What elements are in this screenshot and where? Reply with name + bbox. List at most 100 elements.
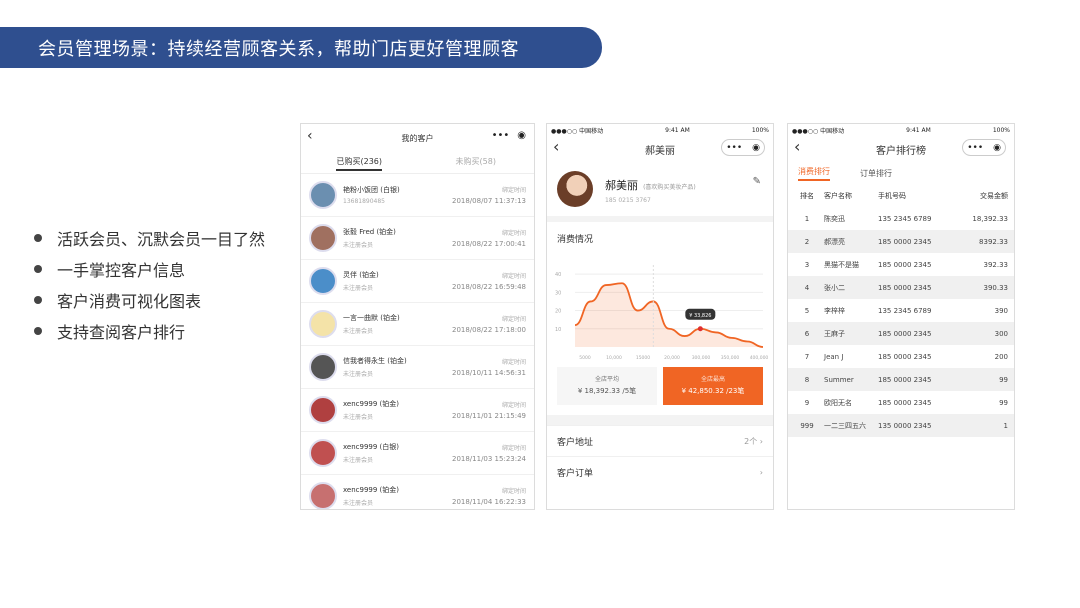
avatar: [309, 353, 337, 381]
feature-item: 活跃会员、沉默会员一目了然: [34, 222, 265, 253]
rank-cell: 999: [800, 421, 814, 430]
rank-cell: 2: [804, 237, 810, 246]
feature-item: 一手掌控客户信息: [34, 253, 265, 284]
avatar: [309, 224, 337, 252]
feature-list: 活跃会员、沉默会员一目了然 一手掌控客户信息 客户消费可视化图表 支持查阅客户排…: [34, 222, 265, 346]
title-banner: 会员管理场景：持续经营顾客关系，帮助门店更好管理顾客: [0, 27, 602, 68]
customer-sub: 未注册会员: [343, 414, 374, 421]
nav-bar: ‹ 我的客户 ••• ◉: [301, 124, 534, 152]
close-icon[interactable]: ◉: [993, 143, 1001, 153]
more-icon[interactable]: •••: [726, 143, 742, 153]
list-item[interactable]: xenc9999 (铂金) 未注册会员 绑定时间 2018/11/04 16:22:3…: [301, 475, 534, 509]
chevron-right-icon: ›: [759, 467, 763, 477]
highlight-point: [697, 326, 703, 332]
amount-cell: 390.33: [983, 283, 1009, 292]
capsule-buttons: ••• ◉: [962, 139, 1006, 156]
status-bar: ●●●○○ 中国移动 9:41 AM 100%: [792, 126, 1010, 135]
x-tick-label: 20,000: [664, 355, 680, 361]
bullet-icon: [34, 295, 42, 304]
list-item[interactable]: 张毅 Fred (铂金) 未注册会员 绑定时间 2018/08/22 17:00:41: [301, 217, 534, 260]
list-item[interactable]: xenc9999 (白银) 未注册会员 绑定时间 2018/11/03 15:23:2…: [301, 432, 534, 475]
tab-purchased[interactable]: 已购买(236): [301, 152, 418, 173]
bullet-icon: [34, 233, 42, 242]
close-icon[interactable]: ◉: [752, 143, 760, 153]
avatar: [309, 396, 337, 424]
amount-cell: 390: [994, 306, 1008, 315]
capsule-buttons: ••• ◉: [721, 139, 765, 156]
rank-cell: 8: [804, 375, 810, 384]
customer-sub: 未注册会员: [343, 328, 374, 335]
name-cell: Jean J: [824, 352, 844, 361]
bind-time: 2018/11/04 16:22:33: [451, 498, 526, 506]
customer-address-row[interactable]: 客户地址 2个 ›: [547, 425, 773, 456]
bind-time: 2018/08/22 17:00:41: [451, 240, 526, 248]
amount-cell: 18,392.33: [972, 214, 1008, 223]
list-item[interactable]: 信我者得永生 (铂金) 未注册会员 绑定时间 2018/10/11 14:56:31: [301, 346, 534, 389]
bind-time: 2018/11/03 15:23:24: [451, 455, 526, 463]
tab-not-purchased[interactable]: 未购买(58): [418, 152, 535, 173]
phone-cell: 185 0000 2345: [878, 260, 932, 269]
table-row[interactable]: 2 郝漂亮 185 0000 2345 8392.33: [788, 230, 1014, 253]
list-item[interactable]: xenc9999 (铂金) 未注册会员 绑定时间 2018/11/01 21:15:4…: [301, 389, 534, 432]
avatar: [309, 482, 337, 509]
avatar: [309, 310, 337, 338]
customer-sub: 未注册会员: [343, 285, 374, 292]
rank-cell: 5: [804, 306, 810, 315]
profile-card: 郝美丽 (喜欢购买美妆产品) 185 0215 3767 ✎: [547, 162, 773, 222]
rank-cell: 7: [804, 352, 810, 361]
phone-cell: 185 0000 2345: [878, 237, 932, 246]
name-cell: 一二三四五六: [824, 421, 866, 430]
customer-name: 一言一曲默 (铂金): [343, 314, 400, 322]
customer-name: xenc9999 (铂金): [343, 486, 400, 494]
capsule-buttons: ••• ◉: [492, 130, 526, 141]
table-row[interactable]: 5 李梓梓 135 2345 6789 390: [788, 299, 1014, 322]
customer-name: 信我者得永生 (铂金): [343, 357, 407, 365]
back-icon[interactable]: ‹: [307, 129, 313, 143]
amount-cell: 300: [994, 329, 1008, 338]
customer-sub: 未注册会员: [343, 242, 374, 249]
bind-label: 绑定时间: [501, 187, 526, 194]
table-row[interactable]: 9 欧阳无名 185 0000 2345 99: [788, 391, 1014, 414]
list-item[interactable]: 一言一曲默 (铂金) 未注册会员 绑定时间 2018/08/22 17:18:00: [301, 303, 534, 346]
name-cell: 王麻子: [824, 329, 845, 338]
tab-consumption-rank[interactable]: 消费排行: [798, 166, 830, 181]
phone-customer-detail: ●●●○○ 中国移动 9:41 AM 100% ‹ 郝美丽 ••• ◉ 郝美丽 (…: [546, 123, 774, 510]
name-cell: 黑猫不是猫: [824, 260, 859, 269]
bind-label: 绑定时间: [501, 359, 526, 366]
table-row[interactable]: 1 陈奕迅 135 2345 6789 18,392.33: [788, 207, 1014, 230]
customer-orders-row[interactable]: 客户订单 ›: [547, 456, 773, 487]
list-item[interactable]: 灵伴 (铂金) 未注册会员 绑定时间 2018/08/22 16:59:48: [301, 260, 534, 303]
table-row[interactable]: 7 Jean J 185 0000 2345 200: [788, 345, 1014, 368]
x-tick-label: 350,000: [721, 355, 740, 361]
customer-name: xenc9999 (铂金): [343, 400, 400, 408]
ranking-tabs: 消费排行 订单排行: [788, 162, 1014, 184]
nav-title: 郝美丽: [645, 145, 675, 157]
list-item[interactable]: 艳粉小饭团 (白银) 13681890485 绑定时间 2018/08/07 11:3…: [301, 174, 534, 217]
avatar: [309, 267, 337, 295]
customer-sub: 未注册会员: [343, 500, 374, 507]
page-title: 会员管理场景：持续经营顾客关系，帮助门店更好管理顾客: [38, 38, 519, 60]
name-cell: 欧阳无名: [824, 398, 852, 407]
nav-bar: ‹ 客户排行榜 ••• ◉: [788, 136, 1014, 162]
edit-icon[interactable]: ✎: [753, 176, 761, 187]
more-icon[interactable]: •••: [967, 143, 983, 153]
bind-time: 2018/10/11 14:56:31: [451, 369, 526, 377]
phone-cell: 135 0000 2345: [878, 421, 932, 430]
back-icon[interactable]: ‹: [553, 139, 559, 155]
avatar: [309, 439, 337, 467]
feature-item: 客户消费可视化图表: [34, 284, 265, 315]
close-icon[interactable]: ◉: [517, 130, 526, 141]
table-row[interactable]: 999 一二三四五六 135 0000 2345 1: [788, 414, 1014, 437]
amount-cell: 392.33: [983, 260, 1009, 269]
phone-customer-list: ‹ 我的客户 ••• ◉ 已购买(236) 未购买(58) 艳粉小饭团 (白银)…: [300, 123, 535, 510]
bullet-icon: [34, 264, 42, 273]
table-row[interactable]: 3 黑猫不是猫 185 0000 2345 392.33: [788, 253, 1014, 276]
tab-order-rank[interactable]: 订单排行: [860, 168, 892, 179]
table-row[interactable]: 6 王麻子 185 0000 2345 300: [788, 322, 1014, 345]
back-icon[interactable]: ‹: [794, 139, 800, 155]
phone-cell: 135 2345 6789: [878, 306, 932, 315]
table-row[interactable]: 4 张小二 185 0000 2345 390.33: [788, 276, 1014, 299]
table-row[interactable]: 8 Summer 185 0000 2345 99: [788, 368, 1014, 391]
profile-tag: (喜欢购买美妆产品): [643, 184, 696, 191]
more-icon[interactable]: •••: [492, 130, 510, 141]
